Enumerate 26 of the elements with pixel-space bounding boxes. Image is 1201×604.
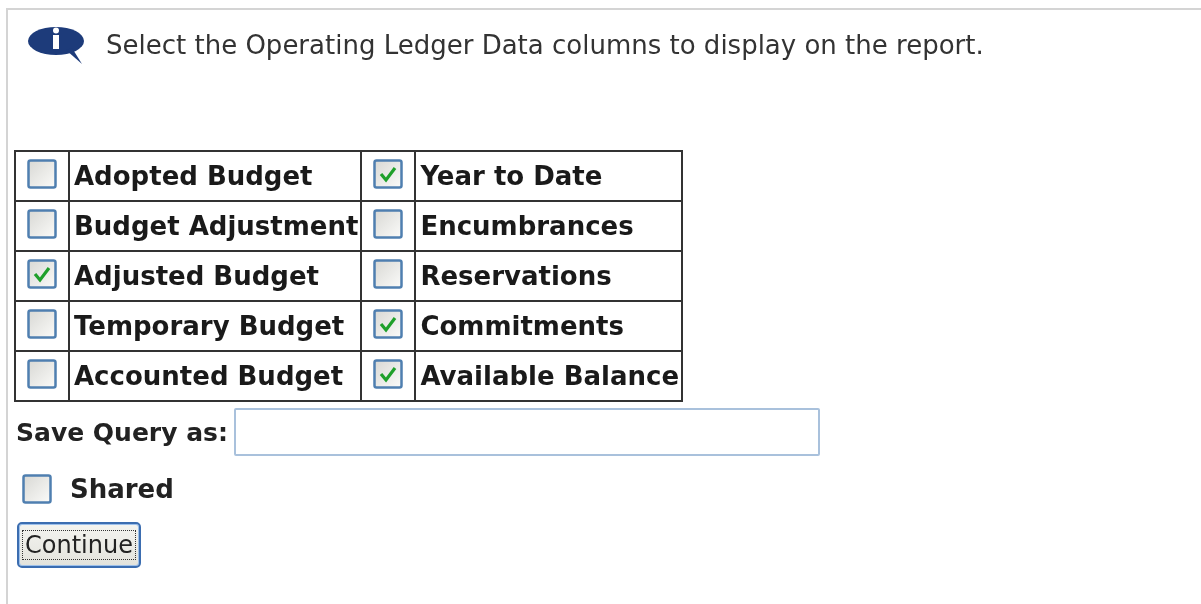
option-label: Reservations: [420, 261, 612, 291]
checkbox[interactable]: [27, 259, 57, 289]
option-label: Budget Adjustment: [74, 211, 359, 241]
checkbox[interactable]: [373, 259, 404, 289]
option-label: Temporary Budget: [74, 311, 345, 341]
checkbox[interactable]: [373, 359, 404, 389]
instruction-text: Select the Operating Ledger Data columns to display on the report.: [106, 30, 984, 60]
checkbox[interactable]: [27, 309, 57, 339]
option-label: Encumbrances: [420, 211, 634, 241]
option-label: Year to Date: [420, 161, 603, 191]
option-label: Accounted Budget: [74, 361, 344, 391]
shared-label: Shared: [70, 474, 174, 504]
save-query-label: Save Query as:: [16, 417, 228, 447]
checkbox[interactable]: [373, 309, 404, 339]
option-label: Adjusted Budget: [74, 261, 319, 291]
option-label: Available Balance: [420, 361, 680, 391]
checkbox[interactable]: [27, 209, 57, 239]
checkbox[interactable]: [27, 359, 57, 389]
continue-button[interactable]: Continue: [17, 522, 141, 568]
option-label: Commitments: [420, 311, 624, 341]
option-label: Adopted Budget: [74, 161, 313, 191]
checkbox[interactable]: [373, 159, 404, 189]
checkbox[interactable]: [22, 474, 52, 504]
save-query-field[interactable]: [233, 408, 820, 456]
checkbox[interactable]: [373, 209, 404, 239]
checkbox[interactable]: [27, 159, 57, 189]
